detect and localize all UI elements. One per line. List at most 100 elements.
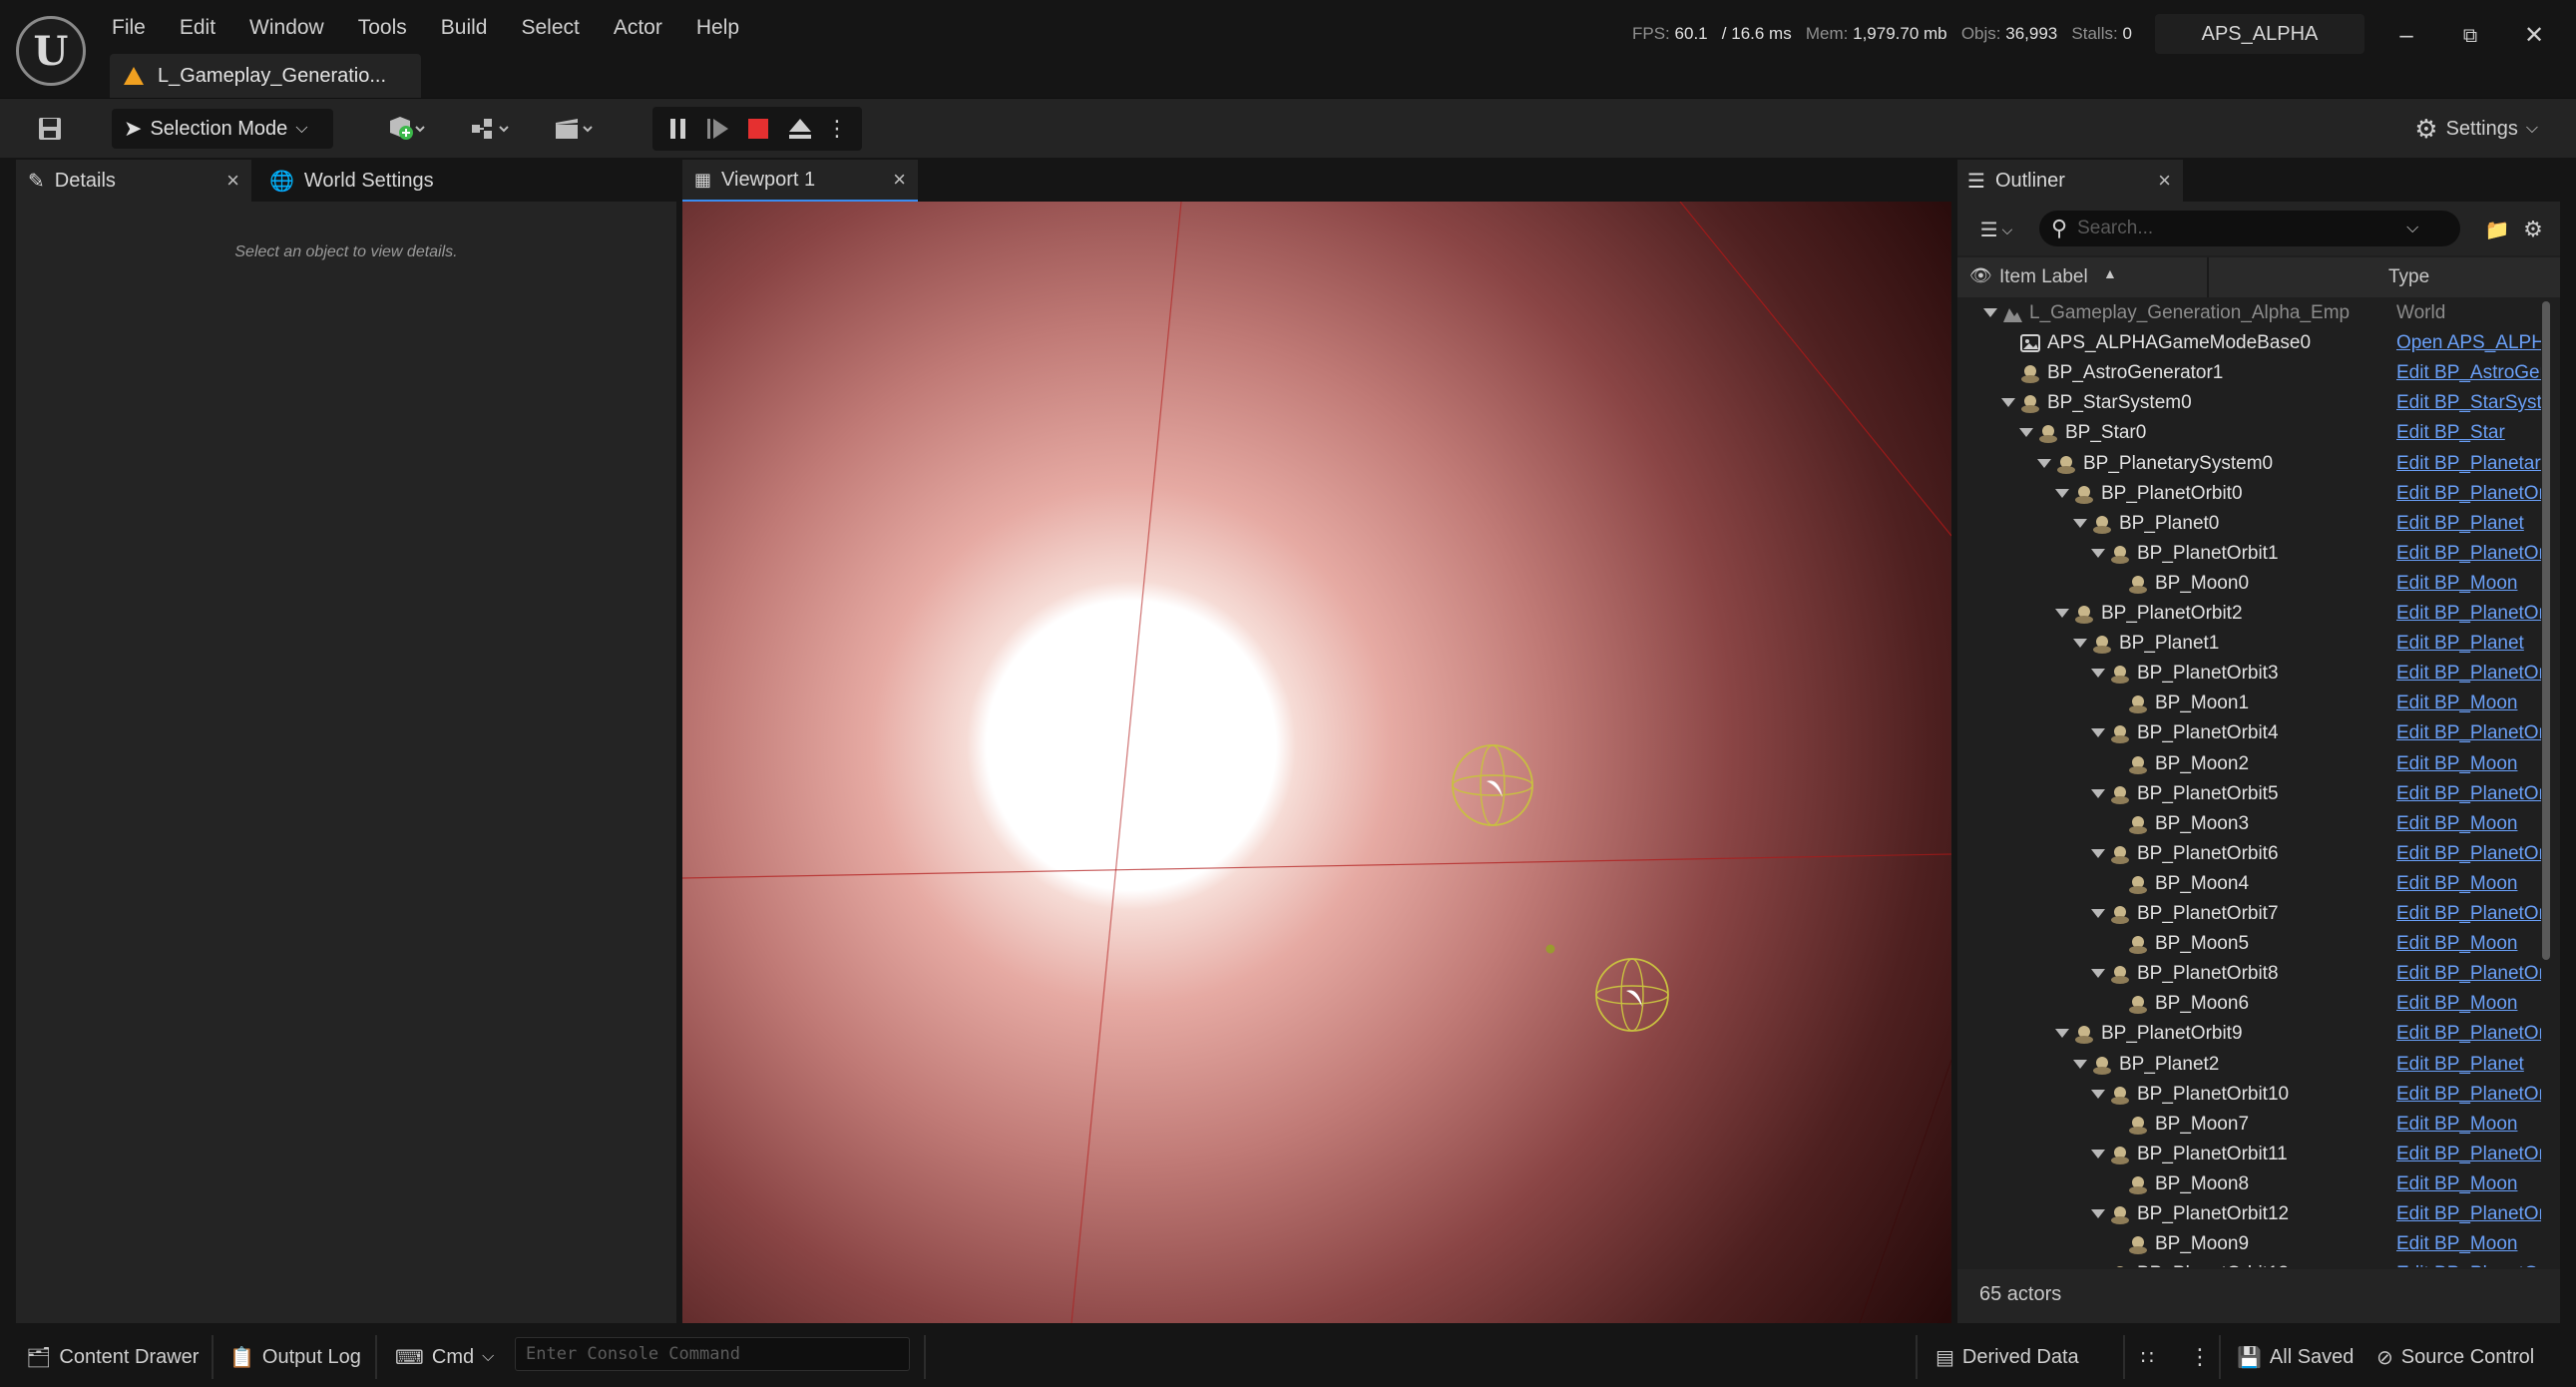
level-viewport[interactable] — [682, 202, 1951, 1323]
outliner-row[interactable]: BP_PlanetOrbit11 Edit BP_PlanetOrbit — [1957, 1141, 2541, 1170]
outliner-row[interactable]: BP_PlanetOrbit8 Edit BP_PlanetOrbit — [1957, 960, 2541, 990]
outliner-row-type[interactable]: Edit BP_PlanetOrbit — [2396, 1263, 2541, 1267]
close-icon[interactable]: ✕ — [2514, 16, 2554, 56]
tab-outliner[interactable]: ☰ Outliner × — [1957, 160, 2183, 202]
col-type[interactable]: Type — [2388, 266, 2429, 288]
menu-help[interactable]: Help — [679, 12, 756, 44]
outliner-row[interactable]: BP_PlanetOrbit2 Edit BP_PlanetOrbit — [1957, 600, 2541, 630]
source-control-button[interactable]: ⊘ Source Control — [2376, 1337, 2534, 1377]
outliner-row[interactable]: BP_PlanetOrbit1 Edit BP_PlanetOrbit — [1957, 540, 2541, 570]
outliner-row-type[interactable]: Edit BP_AstroGenerator — [2396, 362, 2541, 384]
outliner-row[interactable]: BP_PlanetOrbit6 Edit BP_PlanetOrbit — [1957, 840, 2541, 870]
outliner-row[interactable]: BP_Planet1 Edit BP_Planet — [1957, 630, 2536, 660]
outliner-row-type[interactable]: Edit BP_Moon — [2396, 1173, 2541, 1195]
outliner-search[interactable]: ⚲ ⌵ — [2039, 211, 2460, 246]
outliner-row[interactable]: BP_PlanetOrbit9 Edit BP_PlanetOrbit — [1957, 1020, 2541, 1050]
close-tab-icon[interactable]: × — [893, 167, 906, 193]
outliner-row[interactable]: APS_ALPHAGameModeBase0 Open APS_ALPHAGame… — [1957, 329, 2541, 359]
restore-icon[interactable]: ⧉ — [2450, 16, 2490, 56]
outliner-row-type[interactable]: Open APS_ALPHAGameModeBase — [2396, 332, 2541, 354]
minimize-icon[interactable]: – — [2386, 16, 2426, 56]
unreal-logo[interactable]: U — [16, 16, 86, 86]
outliner-row-type[interactable]: Edit BP_Moon — [2396, 1233, 2541, 1255]
stop-icon[interactable] — [740, 109, 776, 149]
expand-arrow-icon[interactable] — [2091, 789, 2105, 798]
expand-arrow-icon[interactable] — [2091, 669, 2105, 678]
close-tab-icon[interactable]: × — [226, 168, 239, 194]
outliner-row[interactable]: BP_Moon4 Edit BP_Moon — [1957, 870, 2536, 900]
outliner-scrollbar[interactable] — [2542, 301, 2550, 960]
outliner-row[interactable]: BP_Moon0 Edit BP_Moon — [1957, 570, 2536, 600]
expand-arrow-icon[interactable] — [2019, 428, 2033, 437]
settings-button[interactable]: ⚙ Settings ⌵ — [2414, 109, 2538, 149]
expand-arrow-icon[interactable] — [2091, 1209, 2105, 1218]
console-command-input[interactable] — [515, 1337, 910, 1371]
outliner-row-type[interactable]: Edit BP_Moon — [2396, 693, 2541, 714]
outliner-row-type[interactable]: Edit BP_Moon — [2396, 993, 2541, 1015]
menu-select[interactable]: Select — [504, 12, 596, 44]
expand-arrow-icon[interactable] — [2073, 1060, 2087, 1069]
outliner-row-type[interactable]: Edit BP_PlanetOrbit — [2396, 783, 2541, 805]
skip-frame-icon[interactable] — [700, 109, 736, 149]
outliner-row[interactable]: BP_PlanetOrbit10 Edit BP_PlanetOrbit — [1957, 1081, 2541, 1111]
outliner-row[interactable]: BP_PlanetOrbit12 Edit BP_PlanetOrbit — [1957, 1200, 2541, 1230]
outliner-row-type[interactable]: Edit BP_Planet — [2396, 1054, 2541, 1076]
outliner-row[interactable]: BP_Moon8 Edit BP_Moon — [1957, 1170, 2536, 1200]
outliner-row[interactable]: BP_PlanetOrbit7 Edit BP_PlanetOrbit — [1957, 900, 2541, 930]
outliner-row-type[interactable]: Edit BP_PlanetOrbit — [2396, 1144, 2541, 1165]
selection-mode-dropdown[interactable]: ➤ Selection Mode ⌵ — [112, 109, 333, 149]
outliner-row-type[interactable]: Edit BP_PlanetOrbit — [2396, 1023, 2541, 1045]
expand-arrow-icon[interactable] — [2055, 1029, 2069, 1038]
outliner-row-type[interactable]: Edit BP_StarSystem — [2396, 392, 2541, 414]
expand-arrow-icon[interactable] — [2091, 549, 2105, 558]
outliner-row-type[interactable]: Edit BP_Moon — [2396, 813, 2541, 835]
outliner-row-type[interactable]: Edit BP_PlanetOrbit — [2396, 843, 2541, 865]
outliner-row[interactable]: BP_Star0 Edit BP_Star — [1957, 419, 2536, 449]
more-options-icon[interactable]: ⋮ — [822, 109, 852, 149]
level-tab[interactable]: L_Gameplay_Generatio... — [110, 54, 421, 98]
add-folder-icon[interactable]: 📁 — [2482, 210, 2512, 249]
outliner-row-type[interactable]: Edit BP_Moon — [2396, 933, 2541, 955]
column-divider[interactable] — [2207, 257, 2209, 297]
blueprint-icon[interactable] — [461, 109, 519, 149]
outliner-row[interactable]: BP_Planet0 Edit BP_Planet — [1957, 510, 2536, 540]
outliner-row[interactable]: BP_Planet2 Edit BP_Planet — [1957, 1051, 2536, 1081]
outliner-row[interactable]: BP_PlanetOrbit3 Edit BP_PlanetOrbit — [1957, 660, 2541, 690]
outliner-row-type[interactable]: Edit BP_Star — [2396, 422, 2541, 444]
content-drawer-button[interactable]: 🗂 Content Drawer — [26, 1337, 199, 1377]
outliner-row[interactable]: BP_Moon6 Edit BP_Moon — [1957, 990, 2536, 1020]
outliner-row[interactable]: BP_PlanetOrbit4 Edit BP_PlanetOrbit — [1957, 719, 2541, 749]
pause-icon[interactable] — [660, 109, 696, 149]
network-icon[interactable]: ∷ — [2141, 1337, 2154, 1377]
outliner-row[interactable]: BP_Moon1 Edit BP_Moon — [1957, 690, 2536, 719]
gear-icon[interactable]: ⚙ — [2518, 210, 2548, 249]
cinematics-icon[interactable] — [545, 109, 603, 149]
outliner-row-type[interactable]: Edit BP_PlanetOrbit — [2396, 543, 2541, 565]
outliner-row[interactable]: BP_PlanetOrbit0 Edit BP_PlanetOrbit — [1957, 480, 2541, 510]
expand-arrow-icon[interactable] — [2001, 398, 2015, 407]
moon-gizmo[interactable] — [1595, 958, 1669, 1032]
expand-arrow-icon[interactable] — [2037, 459, 2051, 468]
save-icon[interactable] — [30, 109, 70, 149]
outliner-row[interactable]: BP_Moon5 Edit BP_Moon — [1957, 930, 2536, 960]
expand-arrow-icon[interactable] — [2091, 1150, 2105, 1158]
menu-tools[interactable]: Tools — [341, 12, 424, 44]
menu-edit[interactable]: Edit — [163, 12, 232, 44]
expand-arrow-icon[interactable] — [2091, 1090, 2105, 1099]
outliner-row[interactable]: L_Gameplay_Generation_Alpha_Emp World — [1957, 299, 2536, 329]
small-body-marker[interactable] — [1545, 944, 1555, 954]
outliner-row-type[interactable]: Edit BP_Moon — [2396, 573, 2541, 595]
expand-arrow-icon[interactable] — [2091, 728, 2105, 737]
outliner-row[interactable]: BP_AstroGenerator1 Edit BP_AstroGenerator — [1957, 359, 2541, 389]
menu-build[interactable]: Build — [424, 12, 505, 44]
outliner-row-type[interactable]: Edit BP_PlanetarySystem — [2396, 453, 2541, 475]
visibility-icon[interactable]: 👁 — [1969, 265, 1992, 286]
outliner-row-type[interactable]: Edit BP_Planet — [2396, 513, 2541, 535]
planet-gizmo[interactable] — [1452, 744, 1533, 826]
tab-world-settings[interactable]: 🌐 World Settings — [257, 160, 477, 202]
expand-arrow-icon[interactable] — [2073, 519, 2087, 528]
expand-arrow-icon[interactable] — [2055, 609, 2069, 618]
outliner-row-type[interactable]: Edit BP_PlanetOrbit — [2396, 903, 2541, 925]
outliner-row-type[interactable]: Edit BP_Planet — [2396, 633, 2541, 655]
expand-arrow-icon[interactable] — [2073, 639, 2087, 648]
